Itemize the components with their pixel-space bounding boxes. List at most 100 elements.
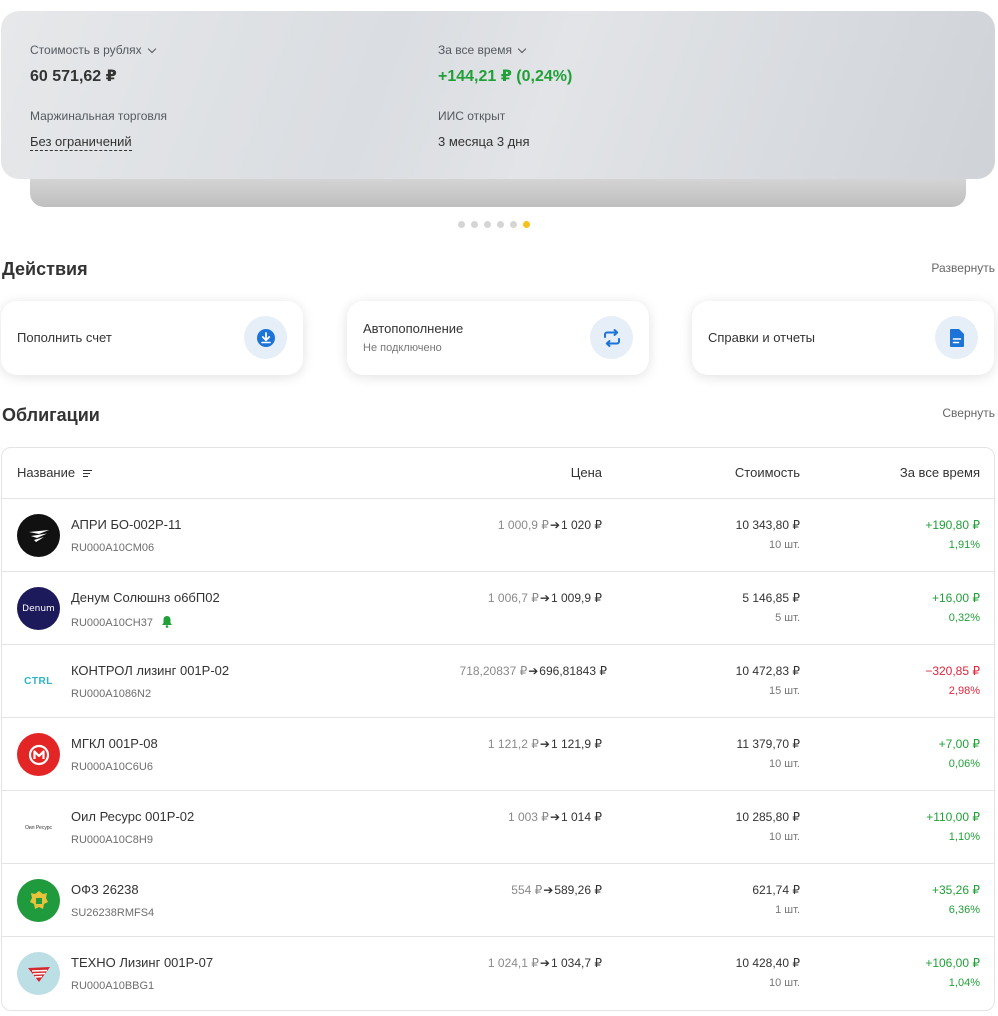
carousel-dot[interactable] [458,221,465,228]
column-name-sort[interactable]: Название [17,465,92,480]
bond-qty: 10 шт. [769,758,800,770]
period-block: За все время +144,21 ₽ (0,24%) [438,43,572,86]
iis-duration: 3 месяца 3 дня [438,134,530,149]
margin-link[interactable]: Без ограничений [30,134,132,151]
bond-pnl-pct: 1,04% [948,977,980,989]
arrow-right-icon: ➔ [539,591,550,605]
bond-isin: RU000A10C8H9 [71,834,153,846]
bond-cost: 621,74 ₽ [752,883,800,897]
bond-qty: 10 шт. [769,539,800,551]
bell-icon[interactable] [161,615,173,631]
bond-isin: RU000A10CH37 [71,617,153,629]
table-row[interactable]: МГКЛ 001Р-08 RU000A10C6U6 1 121,2 ₽➔1 12… [2,718,994,791]
value-label-dropdown[interactable]: Стоимость в рублях [30,43,156,57]
logo-text: Denum [22,603,55,614]
bond-pnl-pct: 0,32% [948,612,980,624]
bond-isin-row: RU000A1086N2 [71,688,151,700]
portfolio-summary-card[interactable]: Стоимость в рублях 60 571,62 ₽ За все вр… [1,11,995,179]
expand-actions-link[interactable]: Развернуть [931,261,995,275]
price-to: 1 009,9 ₽ [550,591,602,605]
table-row[interactable]: ОФЗ 26238 SU26238RMFS4 554 ₽➔589,26 ₽ 62… [2,864,994,937]
bond-cost: 5 146,85 ₽ [742,591,800,605]
margin-label: Маржинальная торговля [30,109,167,123]
table-header: Название Цена Стоимость За все время [2,448,994,499]
column-cost[interactable]: Стоимость [735,465,800,480]
carousel-dot[interactable] [471,221,478,228]
action-label: Пополнить счет [17,330,112,345]
bond-name: ТЕХНО Лизинг 001Р-07 [71,955,214,970]
bond-pnl: +110,00 ₽ [926,810,980,824]
bond-isin: RU000A10BBG1 [71,980,155,992]
iis-label: ИИС открыт [438,109,506,123]
column-price[interactable]: Цена [571,465,602,480]
value-label: Стоимость в рублях [30,43,142,57]
arrow-right-icon: ➔ [539,956,550,970]
price-from: 1 024,1 ₽ [487,956,539,970]
table-row[interactable]: CTRL КОНТРОЛ лизинг 001Р-02 RU000A1086N2… [2,645,994,718]
bonds-title: Облигации [2,405,100,425]
price-to: 696,81843 ₽ [539,664,607,678]
bond-pnl: +190,80 ₽ [925,518,980,532]
actions-title: Действия [2,259,88,279]
bond-qty: 15 шт. [769,685,800,697]
bond-isin-row: RU000A10C6U6 [71,761,153,773]
document-icon [935,316,978,359]
column-pnl[interactable]: За все время [900,465,980,480]
price-to: 1 014 ₽ [561,810,602,824]
bond-isin-row: RU000A10BBG1 [71,980,154,992]
action-label: Автопополнение [363,321,464,336]
price-from: 1 006,7 ₽ [487,591,539,605]
period-dropdown[interactable]: За все время [438,43,572,57]
mgkl-logo [17,733,60,776]
bond-pnl-pct: 0,06% [948,758,980,770]
price-from: 718,20837 ₽ [459,664,528,678]
bond-pnl: +7,00 ₽ [938,737,980,751]
bond-cost: 10 343,80 ₽ [735,518,800,532]
bond-pnl-pct: 6,36% [948,904,980,916]
chevron-down-icon [517,44,527,53]
bond-cost: 10 285,80 ₽ [735,810,800,824]
bond-pnl: +106,00 ₽ [925,956,980,970]
value-block: Стоимость в рублях 60 571,62 ₽ [30,43,156,86]
period-profit: +144,21 ₽ (0,24%) [438,68,573,85]
bond-cost: 10 472,83 ₽ [735,664,800,678]
carousel-dot-active[interactable] [523,221,530,228]
arrow-right-icon: ➔ [539,737,550,751]
price-to: 1 034,7 ₽ [550,956,602,970]
carousel-dot[interactable] [497,221,504,228]
action-top-up[interactable]: Пополнить счет [1,301,303,375]
bond-isin-row: RU000A10C8H9 [71,834,153,846]
price-to: 1 121,9 ₽ [550,737,602,751]
bond-qty: 5 шт. [775,612,800,624]
column-name-label: Название [17,465,76,480]
collapse-bonds-link[interactable]: Свернуть [942,406,995,420]
logo-text: Оил Ресурс [24,824,53,831]
bond-pnl: +35,26 ₽ [931,883,980,897]
action-label: Справки и отчеты [708,330,815,345]
oil-resurs-logo: Оил Ресурс [17,806,60,849]
table-row[interactable]: Оил Ресурс Оил Ресурс 001Р-02 RU000A10C8… [2,791,994,864]
table-row[interactable]: АПРИ БО-002Р-11 RU000A10CM06 1 000,9 ₽➔1… [2,499,994,572]
table-row[interactable]: Denum Денум Солюшнз о6бП02 RU000A10CH37 … [2,572,994,645]
bond-pnl: +16,00 ₽ [931,591,980,605]
bond-price: 1 024,1 ₽➔1 034,7 ₽ [488,956,602,970]
price-from: 1 121,2 ₽ [487,737,539,751]
bond-price: 718,20837 ₽➔696,81843 ₽ [460,664,607,678]
bond-name: Денум Солюшнз о6бП02 [71,590,220,605]
iis-block: ИИС открыт 3 месяца 3 дня [438,109,529,149]
carousel-dot[interactable] [484,221,491,228]
carousel-dot[interactable] [510,221,517,228]
portfolio-value: 60 571,62 ₽ [30,68,117,85]
table-row[interactable]: ТЕХНО Лизинг 001Р-07 RU000A10BBG1 1 024,… [2,937,994,1010]
bond-isin: RU000A10CM06 [71,542,155,554]
bond-isin: SU26238RMFS4 [71,907,155,919]
bond-name: Оил Ресурс 001Р-02 [71,809,195,824]
bond-price: 1 121,2 ₽➔1 121,9 ₽ [488,737,602,751]
action-auto-top-up[interactable]: Автопополнение Не подключено [347,301,649,375]
bond-qty: 10 шт. [769,831,800,843]
sort-icon [82,470,92,478]
action-reports[interactable]: Справки и отчеты [692,301,994,375]
price-from: 554 ₽ [511,883,543,897]
action-status: Не подключено [363,342,442,354]
margin-block: Маржинальная торговля Без ограничений [30,109,167,151]
